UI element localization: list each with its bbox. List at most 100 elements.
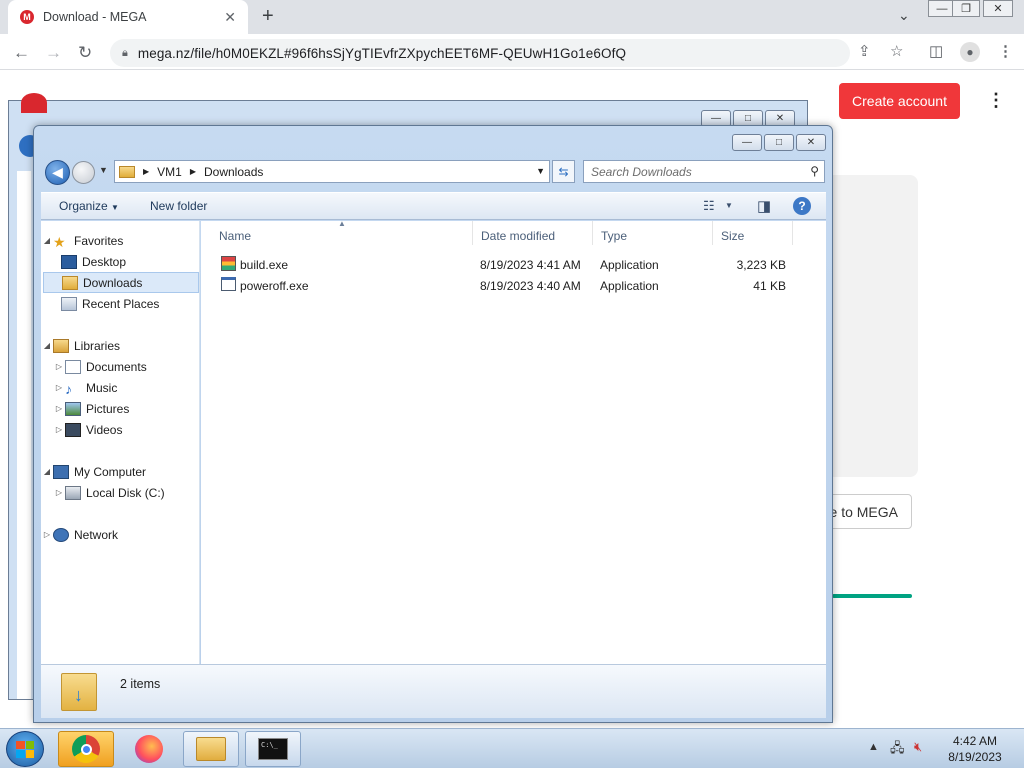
start-button[interactable]: [6, 731, 44, 767]
collapsed-triangle-icon[interactable]: ▷: [53, 404, 65, 413]
breadcrumb[interactable]: ▶ VM1 ▶ Downloads ▼: [114, 160, 550, 183]
side-panel-icon[interactable]: ◫: [929, 42, 943, 60]
close-window-icon[interactable]: ✕: [983, 0, 1013, 17]
refresh-icon[interactable]: ⇆: [552, 160, 575, 183]
nav-music[interactable]: ▷ ♪ Music: [53, 377, 117, 398]
expanded-triangle-icon[interactable]: ◢: [41, 467, 53, 476]
back-arrow-icon[interactable]: ←: [13, 43, 30, 63]
file-size: 41 KB: [753, 279, 786, 293]
file-name: build.exe: [240, 258, 289, 272]
taskbar-explorer[interactable]: [183, 731, 239, 767]
background-nav-pane: [17, 171, 32, 699]
file-size: 3,223 KB: [736, 258, 786, 272]
close-tab-icon[interactable]: ✕: [224, 9, 236, 26]
clock-time: 4:42 AM: [952, 734, 998, 748]
command-bar: Organize ▼ New folder ☷ ▼ ◨ ?: [41, 192, 826, 220]
minimize-icon[interactable]: —: [732, 134, 762, 151]
column-header-date[interactable]: Date modified: [473, 221, 593, 245]
system-clock[interactable]: 4:42 AM 8/19/2023: [935, 733, 1015, 765]
expanded-triangle-icon[interactable]: ◢: [41, 236, 53, 245]
view-dropdown-icon[interactable]: ▼: [725, 201, 733, 210]
network-tray-icon[interactable]: 🖧︎: [890, 739, 905, 761]
organize-label: Organize: [59, 199, 108, 213]
create-account-button[interactable]: Create account: [839, 83, 960, 119]
organize-button[interactable]: Organize ▼: [59, 199, 119, 213]
nav-documents[interactable]: ▷ Documents: [53, 356, 147, 377]
history-dropdown-icon[interactable]: ▼: [99, 165, 108, 175]
maximize-icon[interactable]: □: [764, 134, 794, 151]
profile-avatar-icon[interactable]: ●: [960, 42, 980, 62]
browser-tab-strip: M Download - MEGA ✕ + ⌄ — ❐ ✕: [0, 0, 1024, 34]
collapsed-triangle-icon[interactable]: ▷: [53, 383, 65, 392]
table-row[interactable]: build.exe 8/19/2023 4:41 AM Application …: [215, 254, 815, 275]
collapsed-triangle-icon[interactable]: ▷: [41, 530, 53, 539]
mega-menu-kebab-icon[interactable]: ⋮: [987, 90, 1005, 111]
breadcrumb-vm1[interactable]: VM1: [157, 165, 182, 179]
collapsed-triangle-icon[interactable]: ▷: [53, 362, 65, 371]
collapsed-triangle-icon[interactable]: ▷: [53, 425, 65, 434]
nav-label: Local Disk (C:): [86, 485, 165, 500]
music-icon: ♪: [65, 380, 72, 397]
restore-icon[interactable]: ❐: [952, 0, 980, 17]
column-header-name[interactable]: Name: [211, 221, 473, 245]
new-folder-button[interactable]: New folder: [150, 199, 207, 213]
hard-disk-icon: [65, 485, 81, 500]
taskbar: C:\_ ▲ 🖧︎ 🔇︎ 4:42 AM 8/19/2023: [0, 728, 1024, 768]
search-icon[interactable]: ⚲: [810, 164, 819, 178]
windows-flag-icon: [16, 741, 34, 758]
address-bar[interactable]: 🔒︎ mega.nz/file/h0M0EKZL#96f6hsSjYgTIEvf…: [110, 39, 850, 67]
breadcrumb-separator-icon[interactable]: ▶: [190, 167, 196, 176]
table-row[interactable]: poweroff.exe 8/19/2023 4:40 AM Applicati…: [215, 275, 815, 296]
change-view-icon[interactable]: ☷: [703, 198, 715, 214]
breadcrumb-separator-icon[interactable]: ▶: [143, 167, 149, 176]
forward-arrow-icon[interactable]: →: [45, 43, 62, 63]
expanded-triangle-icon[interactable]: ◢: [41, 341, 53, 350]
nav-network[interactable]: ▷ Network: [41, 524, 118, 545]
forward-button[interactable]: [72, 161, 95, 184]
column-header-type[interactable]: Type: [593, 221, 713, 245]
reload-icon[interactable]: ↻: [78, 43, 92, 63]
nav-recent-places[interactable]: Recent Places: [61, 293, 159, 314]
tab-search-chevron-icon[interactable]: ⌄: [898, 7, 910, 24]
clock-date: 8/19/2023: [948, 750, 1002, 764]
browser-tab[interactable]: M Download - MEGA ✕: [8, 0, 248, 34]
nav-label: Downloads: [83, 275, 143, 290]
firefox-icon: [135, 735, 163, 763]
volume-muted-icon[interactable]: 🔇︎: [914, 739, 922, 755]
search-input[interactable]: Search Downloads ⚲: [583, 160, 825, 183]
documents-icon: [65, 359, 81, 374]
address-dropdown-icon[interactable]: ▼: [536, 166, 545, 176]
file-list: ▲ Name Date modified Type Size build.exe…: [201, 219, 826, 664]
nav-local-disk[interactable]: ▷ Local Disk (C:): [53, 482, 165, 503]
network-icon: [53, 527, 69, 542]
share-icon[interactable]: ⇪: [858, 42, 871, 60]
flag-yellow: [25, 750, 34, 758]
nav-pictures[interactable]: ▷ Pictures: [53, 398, 129, 419]
show-hidden-icons[interactable]: ▲: [868, 741, 879, 753]
taskbar-firefox[interactable]: [124, 732, 174, 766]
taskbar-chrome[interactable]: [58, 731, 114, 767]
nav-my-computer[interactable]: ◢ My Computer: [41, 461, 146, 482]
collapsed-triangle-icon[interactable]: ▷: [53, 488, 65, 497]
nav-libraries[interactable]: ◢ Libraries: [41, 335, 120, 356]
nav-downloads[interactable]: Downloads: [43, 272, 199, 293]
column-header-size[interactable]: Size: [713, 221, 793, 245]
tab-title: Download - MEGA: [43, 10, 147, 24]
nav-label: Recent Places: [82, 296, 160, 311]
bookmark-star-icon[interactable]: ☆: [890, 42, 903, 60]
close-icon[interactable]: ✕: [796, 134, 826, 151]
breadcrumb-downloads[interactable]: Downloads: [204, 165, 263, 179]
back-button[interactable]: ◀: [45, 160, 70, 185]
nav-videos[interactable]: ▷ Videos: [53, 419, 122, 440]
menu-kebab-icon[interactable]: ⋮: [998, 42, 1013, 60]
preview-pane-icon[interactable]: ◨: [757, 197, 771, 215]
help-icon[interactable]: ?: [793, 197, 811, 215]
new-tab-icon[interactable]: +: [262, 5, 274, 28]
downloads-folder-icon: [62, 275, 78, 290]
mega-logo-icon: [21, 93, 47, 113]
flag-red: [16, 741, 25, 749]
computer-icon: [53, 464, 69, 479]
nav-desktop[interactable]: Desktop: [61, 251, 126, 272]
nav-favorites[interactable]: ◢ ★ Favorites: [41, 230, 123, 251]
taskbar-cmd[interactable]: C:\_: [245, 731, 301, 767]
